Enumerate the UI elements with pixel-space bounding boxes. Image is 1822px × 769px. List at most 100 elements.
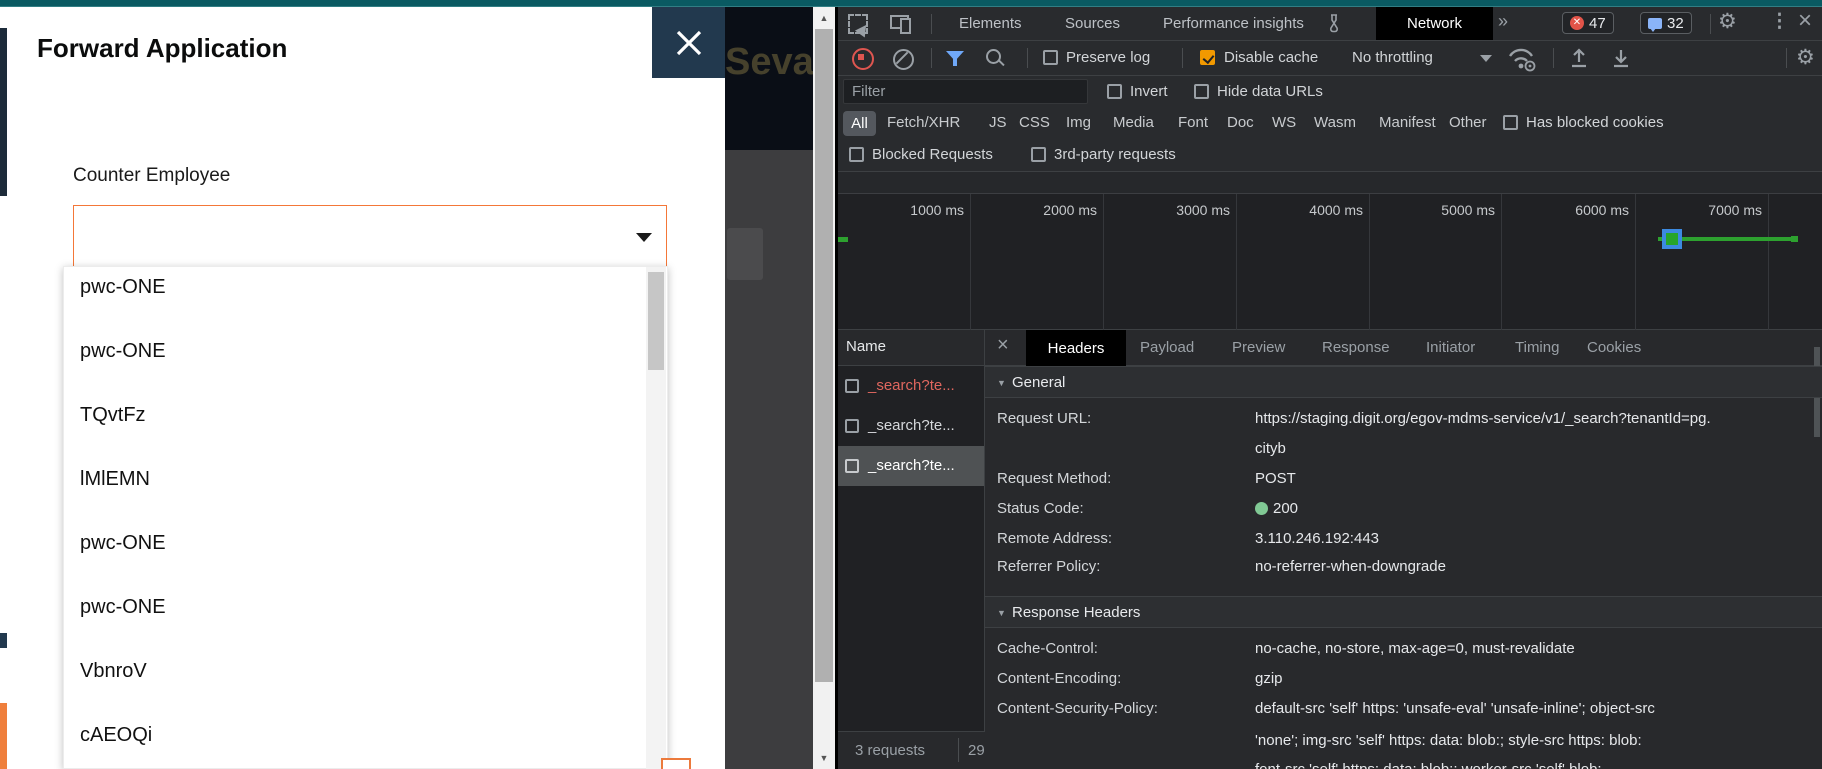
page-edge-sliver-dark2 [0, 633, 7, 648]
detail-tab-preview[interactable]: Preview [1232, 339, 1285, 356]
screenshot-stage: Forward Application Counter Employee pwc… [0, 0, 1822, 769]
message-bubble-icon [1648, 18, 1662, 29]
timeline-tick: 3000 ms [1130, 202, 1230, 218]
dropdown-option[interactable]: pwc-ONE [80, 340, 166, 363]
network-conditions-icon[interactable] [1506, 46, 1538, 72]
inspect-element-icon[interactable] [848, 14, 868, 34]
csp-value-line1: default-src 'self' https: 'unsafe-eval' … [1255, 700, 1655, 717]
remote-address-value: 3.110.246.192:443 [1255, 530, 1379, 547]
counter-employee-select[interactable] [73, 205, 667, 267]
record-network-log-button[interactable] [852, 48, 874, 70]
triangle-down-icon: ▼ [997, 608, 1006, 618]
tab-performance-insights[interactable]: Performance insights [1163, 15, 1304, 32]
chip-doc[interactable]: Doc [1227, 114, 1254, 131]
network-settings-icon[interactable]: ⚙ [1796, 45, 1815, 70]
chip-img[interactable]: Img [1066, 114, 1091, 131]
chip-other[interactable]: Other [1449, 114, 1487, 131]
detail-tab-headers[interactable]: Headers [1026, 330, 1126, 366]
page-header-behind: Seva [725, 7, 813, 150]
scrollbar-down-arrow[interactable]: ▼ [813, 747, 835, 769]
detail-tab-initiator[interactable]: Initiator [1426, 339, 1475, 356]
modal-close-button[interactable] [652, 7, 725, 78]
dropdown-option[interactable]: TQvtFz [80, 404, 146, 427]
chip-font[interactable]: Font [1178, 114, 1208, 131]
request-checkbox[interactable] [845, 419, 859, 433]
status-code-label: Status Code: [997, 500, 1084, 517]
page-scrollbar-thumb[interactable] [815, 29, 833, 682]
request-detail-panel: × Headers Payload Preview Response Initi… [985, 330, 1822, 769]
has-blocked-cookies-checkbox[interactable] [1503, 115, 1518, 130]
preserve-log-checkbox[interactable] [1043, 50, 1058, 65]
chip-all[interactable]: All [843, 111, 876, 136]
device-toolbar-icon[interactable] [890, 15, 909, 29]
devtools-settings-icon[interactable]: ⚙ [1718, 9, 1737, 34]
tab-sources[interactable]: Sources [1065, 15, 1120, 32]
status-ok-icon [1255, 502, 1268, 515]
search-icon[interactable] [986, 49, 1001, 64]
detail-close-icon[interactable]: × [997, 334, 1009, 357]
chip-wasm[interactable]: Wasm [1314, 114, 1356, 131]
detail-tab-timing[interactable]: Timing [1515, 339, 1559, 356]
network-status-bar: 3 requests 29 [838, 731, 985, 769]
blocked-requests-label: Blocked Requests [872, 146, 993, 163]
third-party-requests-checkbox[interactable] [1031, 147, 1046, 162]
dropdown-option[interactable]: cAEOQi [80, 724, 152, 747]
timeline-tick: 6000 ms [1529, 202, 1629, 218]
import-har-icon[interactable] [1568, 47, 1590, 69]
disable-cache-checkbox[interactable] [1200, 50, 1215, 65]
export-har-icon[interactable] [1610, 47, 1632, 69]
transferred-size-partial: 29 [968, 742, 985, 759]
network-filter-input[interactable] [843, 79, 1088, 104]
invert-checkbox[interactable] [1107, 84, 1122, 99]
dropdown-option[interactable]: pwc-ONE [80, 276, 166, 299]
devtools-menu-icon[interactable]: ⋮ [1770, 10, 1789, 33]
close-icon [674, 28, 704, 58]
request-row-selected[interactable]: _search?te... [838, 446, 984, 486]
request-name: _search?te... [868, 417, 955, 434]
csp-value-line3-clipped: font-src 'self' https: data: blob:; work… [1255, 761, 1602, 769]
request-row[interactable]: _search?te... [838, 366, 984, 406]
dropdown-option[interactable]: pwc-ONE [80, 596, 166, 619]
console-messages-badge[interactable]: 32 [1640, 12, 1692, 34]
dropdown-option[interactable]: VbnroV [80, 660, 147, 683]
request-checkbox[interactable] [845, 379, 859, 393]
dropdown-scrollbar-thumb[interactable] [648, 272, 664, 370]
tab-network[interactable]: Network [1376, 7, 1493, 40]
clear-network-log-button[interactable] [893, 49, 914, 70]
forward-submit-button-partial[interactable] [661, 758, 691, 769]
throttling-select[interactable]: No throttling [1352, 49, 1433, 66]
invert-label: Invert [1130, 83, 1168, 100]
filter-icon[interactable] [946, 51, 964, 61]
chip-js[interactable]: JS [989, 114, 1007, 131]
throttling-caret-icon[interactable] [1480, 55, 1492, 62]
more-tabs-icon[interactable]: » [1498, 11, 1506, 32]
chip-media[interactable]: Media [1113, 114, 1154, 131]
content-encoding-value: gzip [1255, 670, 1283, 687]
scrollbar-up-arrow[interactable]: ▲ [813, 7, 835, 29]
dropdown-option[interactable]: lMlEMN [80, 468, 150, 491]
request-row[interactable]: _search?te... [838, 406, 984, 446]
timeline-selection-handle[interactable] [1662, 229, 1682, 249]
chip-fetch-xhr[interactable]: Fetch/XHR [887, 114, 960, 131]
detail-tab-cookies[interactable]: Cookies [1587, 339, 1641, 356]
name-column-header[interactable]: Name [838, 330, 984, 366]
timeline-tick: 4000 ms [1263, 202, 1363, 218]
timeline-activity-dot [1791, 236, 1798, 242]
tab-elements[interactable]: Elements [959, 15, 1022, 32]
chip-manifest[interactable]: Manifest [1379, 114, 1436, 131]
error-count: 47 [1589, 15, 1606, 32]
requests-count: 3 requests [855, 742, 925, 759]
timeline-overview[interactable]: 1000 ms 2000 ms 3000 ms 4000 ms 5000 ms … [838, 172, 1822, 330]
chip-css[interactable]: CSS [1019, 114, 1050, 131]
hide-data-urls-checkbox[interactable] [1194, 84, 1209, 99]
blocked-requests-checkbox[interactable] [849, 147, 864, 162]
devtools-close-icon[interactable]: × [1798, 7, 1812, 35]
chip-ws[interactable]: WS [1272, 114, 1296, 131]
detail-tab-payload[interactable]: Payload [1140, 339, 1194, 356]
detail-tab-response[interactable]: Response [1322, 339, 1390, 356]
dropdown-option[interactable]: pwc-ONE [80, 532, 166, 555]
general-section-header[interactable]: ▼ General [985, 366, 1822, 398]
console-errors-badge[interactable]: ✕ 47 [1562, 12, 1614, 34]
response-headers-section-header[interactable]: ▼ Response Headers [985, 596, 1822, 628]
request-checkbox[interactable] [845, 459, 859, 473]
